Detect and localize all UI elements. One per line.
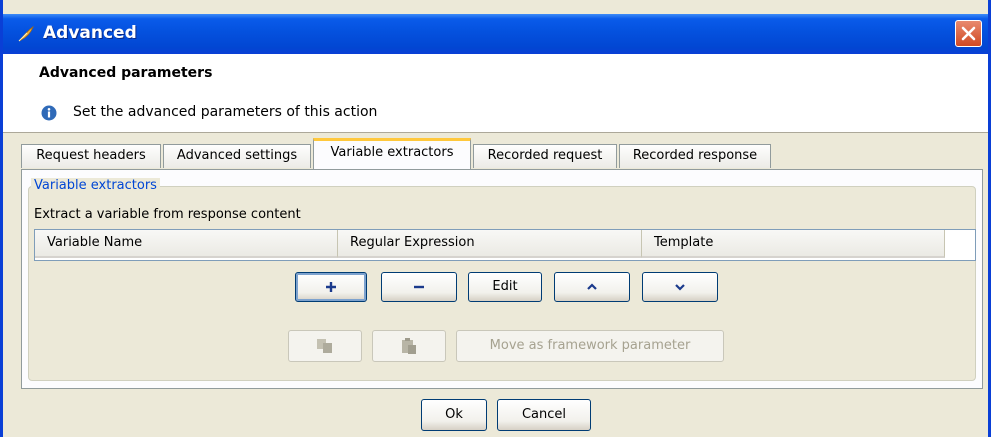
paste-button[interactable] bbox=[372, 330, 446, 362]
remove-button[interactable] bbox=[381, 272, 457, 302]
close-button[interactable] bbox=[955, 20, 982, 47]
ok-button[interactable]: Ok bbox=[421, 399, 487, 431]
cancel-button[interactable]: Cancel bbox=[497, 399, 591, 431]
extractors-table[interactable]: Variable Name Regular Expression Templat… bbox=[34, 229, 976, 261]
feather-icon bbox=[18, 25, 34, 42]
tab-recorded-response[interactable]: Recorded response bbox=[619, 144, 771, 168]
info-icon bbox=[41, 105, 57, 121]
title-bar[interactable]: Advanced bbox=[3, 14, 988, 54]
paste-icon bbox=[402, 338, 416, 354]
window-title: Advanced bbox=[43, 23, 137, 43]
chevron-up-icon bbox=[587, 283, 597, 290]
dialog-header: Advanced parameters Set the advanced par… bbox=[3, 54, 988, 133]
header-description: Set the advanced parameters of this acti… bbox=[73, 104, 378, 120]
plus-icon bbox=[326, 282, 336, 292]
add-button[interactable] bbox=[295, 272, 367, 302]
column-header-template[interactable]: Template bbox=[642, 230, 945, 258]
advanced-dialog: Advanced Advanced parameters Set the adv… bbox=[0, 0, 991, 437]
move-up-button[interactable] bbox=[554, 272, 630, 302]
copy-button[interactable] bbox=[288, 330, 362, 362]
tab-variable-extractors[interactable]: Variable extractors bbox=[313, 138, 471, 169]
group-title: Variable extractors bbox=[31, 178, 160, 193]
copy-icon bbox=[317, 339, 332, 353]
close-icon bbox=[961, 26, 976, 41]
move-as-framework-parameter-button[interactable]: Move as framework parameter bbox=[456, 330, 724, 362]
minus-icon bbox=[414, 285, 424, 289]
header-title: Advanced parameters bbox=[39, 65, 213, 81]
tab-request-headers[interactable]: Request headers bbox=[21, 144, 161, 168]
extract-label: Extract a variable from response content bbox=[34, 207, 301, 222]
column-header-regular-expression[interactable]: Regular Expression bbox=[338, 230, 642, 258]
tab-recorded-request[interactable]: Recorded request bbox=[473, 144, 617, 168]
tab-advanced-settings[interactable]: Advanced settings bbox=[163, 144, 311, 168]
column-header-variable-name[interactable]: Variable Name bbox=[35, 230, 338, 258]
chevron-down-icon bbox=[675, 284, 685, 291]
move-down-button[interactable] bbox=[642, 272, 718, 302]
edit-button[interactable]: Edit bbox=[468, 272, 542, 302]
tab-strip: Request headers Advanced settings Variab… bbox=[21, 138, 981, 170]
